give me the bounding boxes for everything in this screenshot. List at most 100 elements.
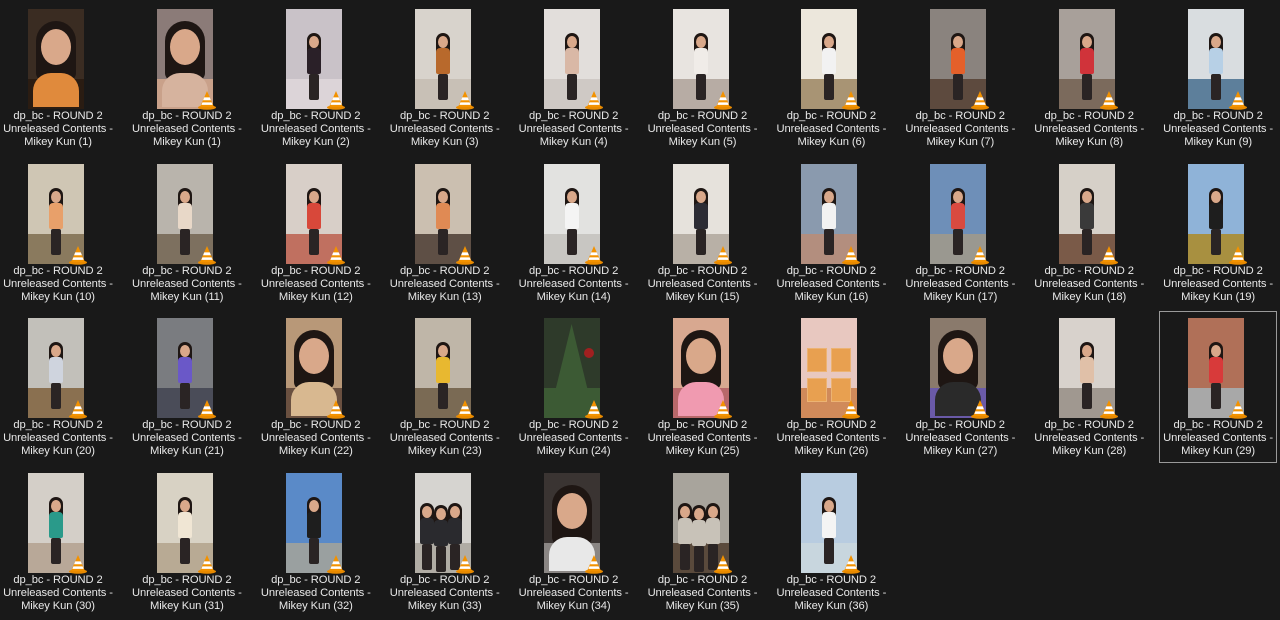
file-name-line2: Unreleased Contents - <box>518 123 629 135</box>
file-name-line3: Mikey Kun (10) <box>21 290 95 303</box>
file-name-line3: Mikey Kun (3) <box>410 136 479 148</box>
file-item[interactable]: dp_bc - ROUND 2 Unreleased Contents - Mike… <box>128 311 246 463</box>
file-item[interactable]: dp_bc - ROUND 2 Unreleased Contents - Mike… <box>644 2 762 154</box>
file-item[interactable]: dp_bc - ROUND 2 Unreleased Contents - Mike… <box>1030 311 1148 463</box>
file-name: dp_bc - ROUND 2 Unreleased Contents - Mike… <box>0 574 116 613</box>
file-name: dp_bc - ROUND 2 Unreleased Contents - Mike… <box>1160 265 1276 304</box>
vlc-icon <box>455 90 475 110</box>
file-name-line1: dp_bc - ROUND 2 <box>400 419 490 431</box>
vlc-icon <box>326 399 346 419</box>
file-item[interactable]: dp_bc - ROUND 2 Unreleased Contents - Mike… <box>772 2 890 154</box>
file-item[interactable]: dp_bc - ROUND 2 Unreleased Contents - Mike… <box>515 157 633 309</box>
file-item[interactable]: dp_bc - ROUND 2 Unreleased Contents - Mike… <box>0 311 117 463</box>
file-name-line3: Mikey Kun (29) <box>1181 445 1256 457</box>
file-name-line2: Unreleased Contents - <box>647 586 758 599</box>
file-name-line3: Mikey Kun (12) <box>278 290 353 303</box>
file-name-line3: Mikey Kun (25) <box>665 445 740 457</box>
file-item[interactable]: dp_bc - ROUND 2 Unreleased Contents - Mike… <box>386 466 504 618</box>
file-name-line1: dp_bc - ROUND 2 <box>400 573 490 586</box>
file-name: dp_bc - ROUND 2 Unreleased Contents - Mike… <box>516 419 632 458</box>
file-name-line3: Mikey Kun (36) <box>794 599 869 612</box>
file-item[interactable]: dp_bc - ROUND 2 Unreleased Contents - Mike… <box>901 2 1019 154</box>
file-name: dp_bc - ROUND 2 Unreleased Contents - Mike… <box>1160 419 1276 458</box>
file-name-line3: Mikey Kun (1) <box>153 136 221 148</box>
vlc-icon <box>326 90 346 110</box>
file-item[interactable]: dp_bc - ROUND 2 Unreleased Contents - Mike… <box>1030 157 1148 309</box>
file-name-line1: dp_bc - ROUND 2 <box>915 264 1005 277</box>
vlc-icon <box>1099 90 1119 110</box>
file-name-line2: Unreleased Contents - <box>389 586 500 599</box>
file-name: dp_bc - ROUND 2 Unreleased Contents - Mike… <box>387 265 503 304</box>
file-item[interactable]: dp_bc - ROUND 2 Unreleased Contents - Mike… <box>1159 157 1277 309</box>
file-name-line2: Unreleased Contents - <box>776 277 887 290</box>
file-item[interactable]: dp_bc - ROUND 2 Unreleased Contents - Mike… <box>257 157 375 309</box>
file-name-line3: Mikey Kun (22) <box>278 445 353 457</box>
file-item[interactable]: dp_bc - ROUND 2 Unreleased Contents - Mike… <box>128 2 246 154</box>
file-item[interactable]: dp_bc - ROUND 2 Unreleased Contents - Mike… <box>257 466 375 618</box>
file-item[interactable]: dp_bc - ROUND 2 Unreleased Contents - Mike… <box>257 311 375 463</box>
file-item[interactable]: dp_bc - ROUND 2 Unreleased Contents - Mike… <box>1030 2 1148 154</box>
vlc-icon <box>713 245 733 265</box>
file-item[interactable]: dp_bc - ROUND 2 Unreleased Contents - Mike… <box>772 466 890 618</box>
file-item[interactable]: dp_bc - ROUND 2 Unreleased Contents - Mike… <box>515 311 633 463</box>
file-name: dp_bc - ROUND 2 Unreleased Contents - Mike… <box>129 265 245 304</box>
file-name: dp_bc - ROUND 2 Unreleased Contents - Mike… <box>773 265 889 304</box>
file-item[interactable]: dp_bc - ROUND 2 Unreleased Contents - Mike… <box>644 157 762 309</box>
file-item[interactable]: dp_bc - ROUND 2 Unreleased Contents - Mike… <box>515 2 633 154</box>
file-item[interactable]: dp_bc - ROUND 2 Unreleased Contents - Mike… <box>1159 311 1278 463</box>
file-name: dp_bc - ROUND 2 Unreleased Contents - Mike… <box>645 574 761 613</box>
file-item[interactable]: dp_bc - ROUND 2 Unreleased Contents - Mike… <box>515 466 633 618</box>
file-item[interactable]: dp_bc - ROUND 2 Unreleased Contents - Mike… <box>901 311 1019 463</box>
file-item[interactable]: dp_bc - ROUND 2 Unreleased Contents - Mike… <box>257 2 375 154</box>
file-name-line3: Mikey Kun (9) <box>1184 136 1252 148</box>
file-item[interactable]: dp_bc - ROUND 2 Unreleased Contents - Mike… <box>128 466 246 618</box>
file-item[interactable]: dp_bc - ROUND 2 Unreleased Contents - Mike… <box>901 157 1019 309</box>
file-item[interactable]: dp_bc - ROUND 2 Unreleased Contents - Mike… <box>772 311 890 463</box>
file-name: dp_bc - ROUND 2 Unreleased Contents - Mike… <box>387 110 503 149</box>
file-name-line1: dp_bc - ROUND 2 <box>528 573 619 586</box>
file-item[interactable]: dp_bc - ROUND 2 Unreleased Contents - Mike… <box>1159 2 1277 154</box>
file-item[interactable]: dp_bc - ROUND 2 Unreleased Contents - Mike… <box>772 157 890 309</box>
file-name: dp_bc - ROUND 2 Unreleased Contents - Mike… <box>0 419 116 458</box>
vlc-icon <box>584 245 604 265</box>
file-name-line2: Unreleased Contents - <box>260 123 371 135</box>
file-name-line1: dp_bc - ROUND 2 <box>13 264 103 277</box>
file-name: dp_bc - ROUND 2 Unreleased Contents - Mike… <box>387 419 503 458</box>
file-name-line3: Mikey Kun (23) <box>407 445 482 457</box>
file-name: dp_bc - ROUND 2 Unreleased Contents - Mike… <box>516 110 632 149</box>
file-name-line3: Mikey Kun (33) <box>407 599 482 612</box>
file-item[interactable]: dp_bc - ROUND 2 Unreleased Contents - Mike… <box>386 157 504 309</box>
file-name: dp_bc - ROUND 2 Unreleased Contents - Mike… <box>645 265 761 304</box>
file-item[interactable]: dp_bc - ROUND 2 Unreleased Contents - Mike… <box>0 466 117 618</box>
file-name-line2: Unreleased Contents - <box>776 586 887 599</box>
file-name-line1: dp_bc - ROUND 2 <box>786 264 877 277</box>
vlc-icon <box>197 554 217 574</box>
file-name-line2: Unreleased Contents - <box>518 432 629 444</box>
file-name-line1: dp_bc - ROUND 2 <box>915 110 1005 122</box>
file-name-line2: Unreleased Contents - <box>3 123 113 135</box>
file-name-line2: Unreleased Contents - <box>260 586 371 599</box>
file-item[interactable]: dp_bc - ROUND 2 Unreleased Contents - Mike… <box>0 157 117 309</box>
file-name-line1: dp_bc - ROUND 2 <box>142 264 232 277</box>
file-item[interactable]: dp_bc - ROUND 2 Unreleased Contents - Mike… <box>386 311 504 463</box>
file-name: dp_bc - ROUND 2 Unreleased Contents - Mike… <box>645 110 761 149</box>
file-name-line3: Mikey Kun (2) <box>281 136 350 148</box>
vlc-icon <box>841 245 861 265</box>
file-item[interactable]: dp_bc - ROUND 2 Unreleased Contents - Mike… <box>128 157 246 309</box>
file-item[interactable]: dp_bc - ROUND 2 Unreleased Contents - Mike… <box>0 2 117 154</box>
file-name-line1: dp_bc - ROUND 2 <box>657 110 748 122</box>
file-name-line2: Unreleased Contents - <box>518 586 629 599</box>
file-name: dp_bc - ROUND 2 Unreleased Contents - Mike… <box>902 110 1018 149</box>
file-item[interactable]: dp_bc - ROUND 2 Unreleased Contents - Mike… <box>644 466 762 618</box>
vlc-icon <box>197 90 217 110</box>
file-item[interactable]: dp_bc - ROUND 2 Unreleased Contents - Mike… <box>644 311 762 463</box>
vlc-icon <box>68 399 88 419</box>
file-name: dp_bc - ROUND 2 Unreleased Contents - Mike… <box>258 110 374 149</box>
file-name-line2: Unreleased Contents - <box>1163 432 1274 444</box>
file-name-line1: dp_bc - ROUND 2 <box>657 419 748 431</box>
file-name-line3: Mikey Kun (24) <box>536 445 611 457</box>
file-item[interactable]: dp_bc - ROUND 2 Unreleased Contents - Mike… <box>386 2 504 154</box>
file-name-line3: Mikey Kun (26) <box>794 445 869 457</box>
file-name-line3: Mikey Kun (35) <box>665 599 740 612</box>
file-name-line3: Mikey Kun (21) <box>149 445 224 457</box>
